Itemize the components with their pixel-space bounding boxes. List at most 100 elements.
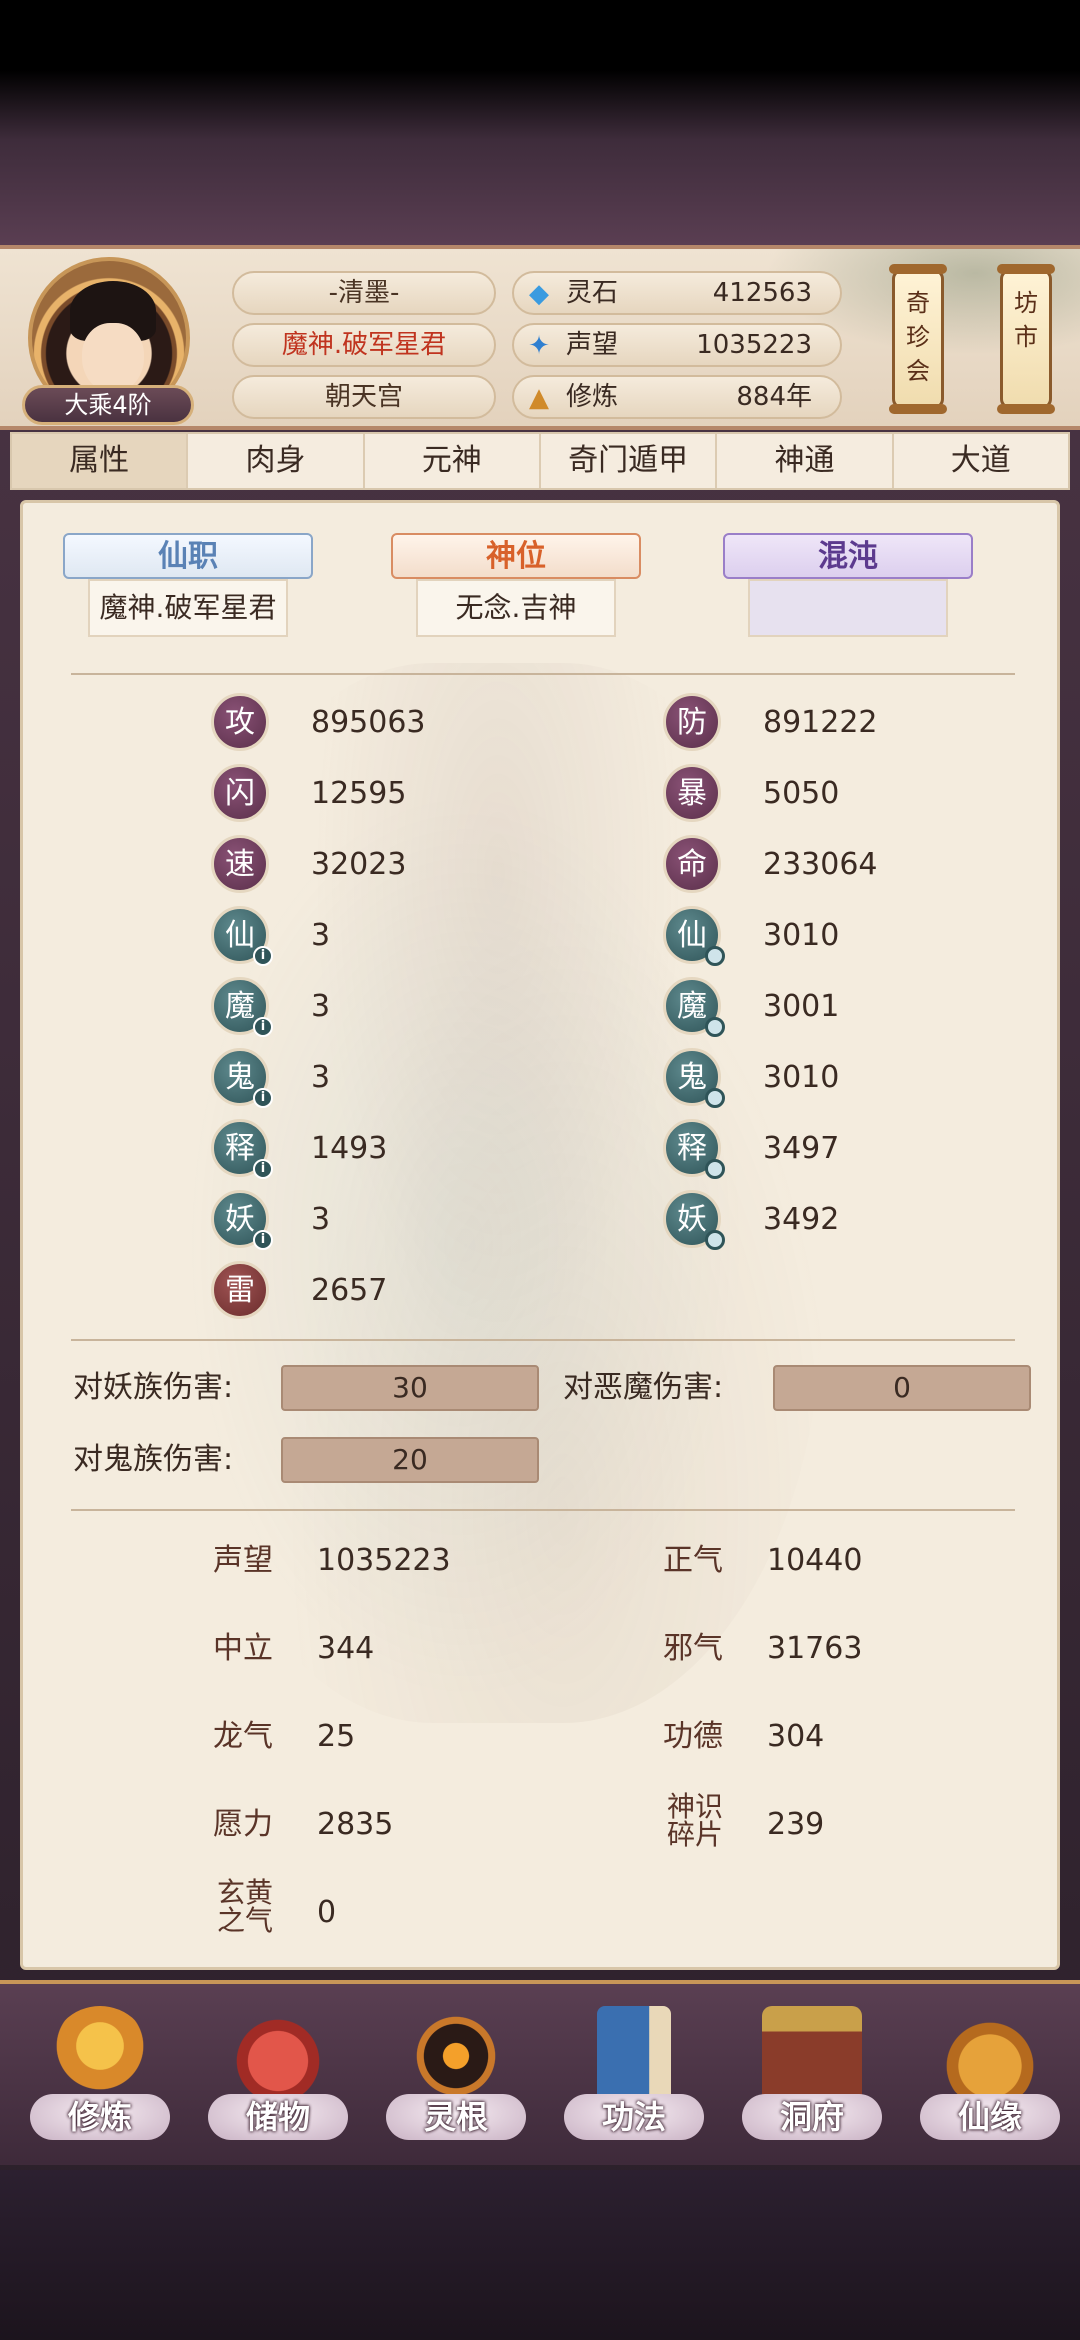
tab-spirit[interactable]: 元神: [365, 434, 541, 488]
willpower-value: 2835: [317, 1807, 394, 1842]
resist-dot-icon[interactable]: [705, 1088, 725, 1108]
nav-label: 功法: [601, 2098, 666, 2136]
resource-label: 声望: [566, 330, 619, 360]
attack-badge: 攻: [211, 693, 269, 751]
resist-dot-icon[interactable]: [705, 946, 725, 966]
resource-value: 1035223: [696, 330, 812, 360]
spirit-stone-resource: ◆ 灵石 412563: [512, 271, 842, 315]
righteous-qi-label: 正气: [663, 1543, 723, 1578]
chaos-rank-title: 混沌: [723, 533, 973, 579]
tab-bar: 属性 肉身 元神 奇门遁甲 神通 大道: [10, 432, 1070, 490]
damage-vs-monsters-value: 30: [281, 1365, 539, 1411]
critical-badge: 暴: [663, 764, 721, 822]
chaos-rank-value: [748, 579, 948, 637]
righteous-qi-value: 10440: [767, 1543, 863, 1578]
top-backdrop: [0, 0, 1080, 250]
immortal-post-title: 仙职: [63, 533, 313, 579]
nav-fate[interactable]: 仙缘: [915, 1998, 1065, 2158]
info-icon[interactable]: i: [253, 1230, 273, 1250]
nav-label: 仙缘: [957, 2098, 1022, 2136]
info-icon[interactable]: i: [253, 1088, 273, 1108]
scripture-book-icon: [597, 2006, 671, 2106]
bottom-backdrop: [0, 2170, 1080, 2340]
cultivation-icon: ▲: [529, 383, 549, 413]
player-name: -清墨-: [232, 271, 496, 315]
stat-value: 3: [311, 1060, 331, 1095]
stat-value: 32023: [311, 847, 407, 882]
health-badge: 命: [663, 835, 721, 893]
resource-value: 412563: [712, 278, 812, 308]
neutral-value: 344: [317, 1631, 375, 1666]
stat-value: 895063: [311, 705, 426, 740]
monk-icon: [50, 2006, 150, 2106]
cultivation-rank-badge: 大乘4阶: [22, 385, 194, 425]
xuanhuang-qi-label: 玄黄之气: [216, 1876, 273, 1937]
soul-fragment-value: 239: [767, 1807, 825, 1842]
spirit-root-icon: [406, 2006, 506, 2106]
tab-powers[interactable]: 神通: [717, 434, 894, 488]
dragon-qi-label: 龙气: [213, 1719, 273, 1754]
chaos-rank-box: 混沌: [723, 533, 973, 637]
nav-storage[interactable]: 储物: [203, 1998, 353, 2158]
speed-badge: 速: [211, 835, 269, 893]
evil-qi-value: 31763: [767, 1631, 863, 1666]
divine-rank-value: 无念.吉神: [416, 579, 616, 637]
reputation-label: 声望: [213, 1543, 273, 1578]
avatar-face: [82, 323, 144, 393]
reputation-value: 1035223: [317, 1543, 451, 1578]
nav-spirit-root[interactable]: 灵根: [381, 1998, 531, 2158]
market-button[interactable]: 坊市: [997, 264, 1055, 414]
bottom-navigation: 修炼 储物 灵根 功法 洞府 仙缘: [0, 1980, 1080, 2165]
treasure-bag-icon: [228, 2006, 328, 2106]
willpower-label: 愿力: [213, 1807, 273, 1842]
evil-qi-label: 邪气: [663, 1631, 723, 1666]
immortal-post-value: 魔神.破军星君: [88, 579, 288, 637]
stat-value: 891222: [763, 705, 878, 740]
damage-vs-ghosts-value: 20: [281, 1437, 539, 1483]
nav-label: 灵根: [423, 2098, 488, 2136]
xuanhuang-qi-value: 0: [317, 1895, 337, 1930]
cultivation-resource: ▲ 修炼 884年: [512, 375, 842, 419]
tab-attributes[interactable]: 属性: [12, 434, 189, 488]
tab-dao[interactable]: 大道: [894, 434, 1068, 488]
damage-vs-demons-label: 对恶魔伤害:: [563, 1370, 724, 1405]
nav-cave-dwelling[interactable]: 洞府: [737, 1998, 887, 2158]
stat-value: 3492: [763, 1202, 840, 1237]
nav-cultivate[interactable]: 修炼: [25, 1998, 175, 2158]
reputation-resource: ✦ 声望 1035223: [512, 323, 842, 367]
dodge-badge: 闪: [211, 764, 269, 822]
nav-label: 修炼: [67, 2098, 132, 2136]
merit-value: 304: [767, 1719, 825, 1754]
stat-value: 3001: [763, 989, 840, 1024]
spirit-stone-icon: ◆: [529, 279, 549, 309]
stat-value: 5050: [763, 776, 840, 811]
dragon-qi-value: 25: [317, 1719, 356, 1754]
gourd-icon: [940, 2006, 1040, 2106]
resist-dot-icon[interactable]: [705, 1230, 725, 1250]
damage-vs-monsters-label: 对妖族伤害:: [73, 1370, 234, 1405]
defense-badge: 防: [663, 693, 721, 751]
attributes-panel: 仙职 魔神.破军星君 神位 无念.吉神 混沌 攻 895063 闪 12595 …: [20, 500, 1060, 1970]
treasure-auction-button[interactable]: 奇珍会: [889, 264, 947, 414]
reputation-icon: ✦: [528, 331, 550, 361]
resist-dot-icon[interactable]: [705, 1159, 725, 1179]
damage-vs-demons-value: 0: [773, 1365, 1031, 1411]
damage-vs-ghosts-label: 对鬼族伤害:: [73, 1442, 234, 1477]
stat-value: 233064: [763, 847, 878, 882]
tab-qimen[interactable]: 奇门遁甲: [541, 434, 718, 488]
stat-value: 3010: [763, 1060, 840, 1095]
stat-value: 3010: [763, 918, 840, 953]
info-icon[interactable]: i: [253, 1017, 273, 1037]
stat-value: 12595: [311, 776, 407, 811]
nav-techniques[interactable]: 功法: [559, 1998, 709, 2158]
tab-body[interactable]: 肉身: [188, 434, 365, 488]
nav-label: 储物: [245, 2098, 310, 2136]
cave-gate-icon: [762, 2006, 862, 2106]
info-icon[interactable]: i: [253, 946, 273, 966]
neutral-label: 中立: [213, 1631, 273, 1666]
stat-value: 3497: [763, 1131, 840, 1166]
info-icon[interactable]: i: [253, 1159, 273, 1179]
resource-value: 884年: [736, 382, 812, 412]
stat-value: 3: [311, 918, 331, 953]
resist-dot-icon[interactable]: [705, 1017, 725, 1037]
